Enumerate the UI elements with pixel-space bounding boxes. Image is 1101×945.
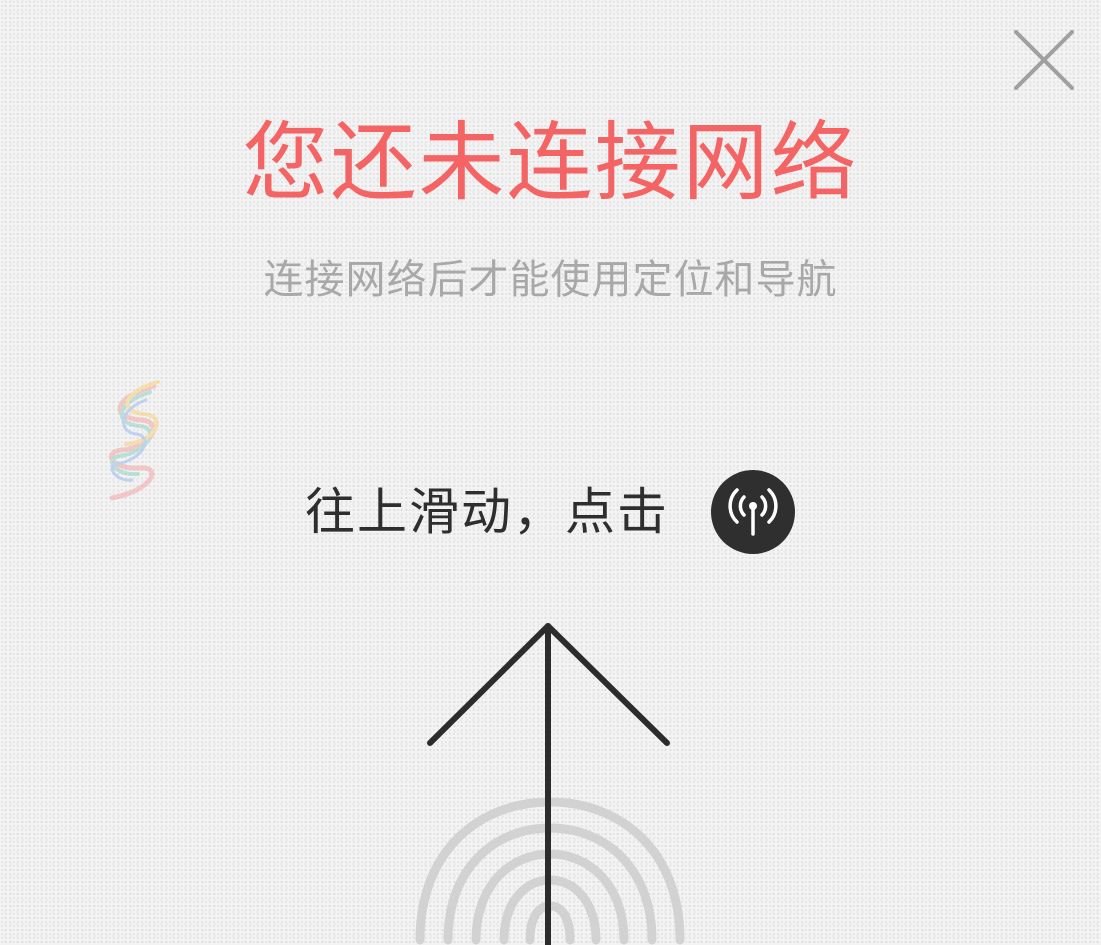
network-toggle-button[interactable] bbox=[711, 470, 795, 554]
page-subtitle: 连接网络后才能使用定位和导航 bbox=[263, 257, 838, 303]
color-squiggle-icon bbox=[92, 378, 172, 508]
close-icon bbox=[1014, 30, 1074, 90]
wifi-antenna-icon bbox=[728, 488, 778, 536]
swipe-instruction-text: 往上滑动，点击 bbox=[305, 483, 669, 541]
close-button[interactable] bbox=[1010, 28, 1078, 92]
arrow-up-icon bbox=[420, 620, 680, 945]
page-title: 您还未连接网络 bbox=[242, 113, 859, 213]
